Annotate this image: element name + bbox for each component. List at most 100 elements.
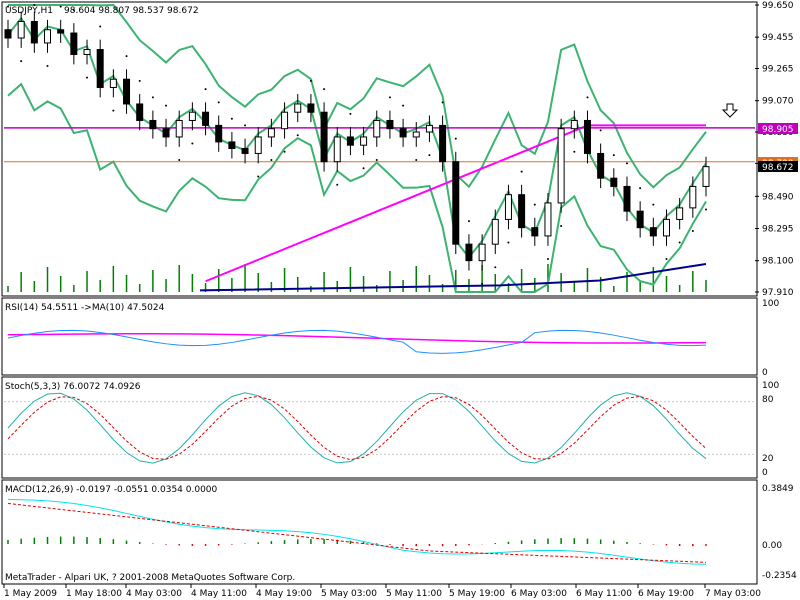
sar-dot: [586, 96, 589, 99]
sar-dot: [178, 159, 181, 162]
candle-body: [676, 207, 684, 220]
copyright-text: MetaTrader - Alpari UK, ? 2001-2008 Meta…: [5, 573, 295, 583]
chart-canvas: 99.65099.45599.26599.07098.88098.69098.4…: [1, 1, 798, 599]
sar-dot: [705, 208, 707, 211]
candle-body: [123, 78, 131, 105]
sar-dot: [217, 101, 220, 104]
time-axis: 1 May 2009 1 May 18:00 4 May 03:00 4 May 11…: [3, 584, 761, 599]
sar-dot: [560, 225, 563, 228]
stoch-title: Stoch(5,3,3) 76.0072 74.0926: [5, 382, 141, 392]
sar-dot: [323, 88, 326, 91]
candle-body: [478, 243, 486, 262]
candle-body: [425, 124, 433, 133]
sar-dot: [191, 142, 194, 145]
candle-body: [281, 111, 289, 130]
candle-body: [267, 128, 275, 138]
macd-tick-zero: 0.00: [762, 541, 782, 551]
rsi-tick-0: 0: [762, 368, 768, 378]
time-tick-label: 6 May 19:00: [638, 589, 694, 599]
sar-dot: [533, 203, 536, 206]
sar-dot: [46, 65, 49, 68]
sar-dot: [546, 258, 549, 261]
sar-dot: [665, 258, 668, 261]
stoch-tick-20: 20: [762, 454, 774, 464]
sar-dot: [573, 150, 576, 153]
candle-body: [544, 202, 552, 237]
price-tick-label: 99.650: [762, 1, 794, 11]
candle-body: [215, 124, 223, 143]
candle-body: [570, 119, 578, 130]
sar-dot: [494, 266, 497, 269]
time-tick-label: 5 May 03:00: [321, 589, 377, 599]
candle-body: [346, 136, 354, 146]
price-tick-label: 99.070: [762, 97, 794, 107]
time-tick-label: 4 May 03:00: [126, 589, 182, 599]
candle-body: [162, 128, 170, 138]
sar-dot: [639, 187, 642, 190]
sar-dot: [270, 159, 273, 162]
sar-dot: [99, 25, 102, 28]
sar-dot: [415, 159, 418, 162]
candle-body: [83, 49, 91, 55]
stoch-tick-100: 100: [762, 381, 779, 391]
stoch-tick-0: 0: [762, 468, 768, 478]
macd-title: MACD(12,26,9) -0.0197 -0.0551 0.0354 0.0…: [5, 485, 218, 495]
price-tick-label: 97.910: [762, 288, 794, 298]
price-tick-label: 98.490: [762, 192, 794, 202]
sar-dot: [230, 117, 233, 120]
candle-body: [294, 103, 302, 113]
candle-body: [70, 32, 78, 55]
sar-dot: [244, 124, 247, 127]
time-tick-label: 4 May 19:00: [256, 589, 312, 599]
sar-dot: [257, 175, 260, 178]
candle-body: [557, 128, 565, 204]
time-tick-label: 6 May 03:00: [511, 589, 567, 599]
candle-body: [452, 161, 460, 245]
sar-dot: [507, 241, 510, 244]
time-tick-label: 7 May 03:00: [705, 589, 761, 599]
hline-price-label: 98.905: [762, 125, 794, 135]
sar-dot: [138, 79, 141, 82]
candle-body: [333, 136, 341, 163]
sar-dot: [336, 183, 339, 186]
time-tick-label: 4 May 11:00: [191, 589, 247, 599]
sar-dot: [612, 154, 615, 157]
macd-tick-top: 0.3849: [762, 484, 794, 494]
sar-dot: [151, 96, 154, 99]
time-tick-label: 6 May 11:00: [576, 589, 632, 599]
candle-body: [610, 177, 618, 187]
panel-frames: [1, 1, 758, 585]
time-tick-label: 1 May 18:00: [66, 589, 122, 599]
sar-dot: [454, 137, 457, 140]
candle-body: [636, 210, 644, 229]
rsi-title: RSI(14) 54.5511 ->MA(10) 47.5024: [5, 303, 165, 313]
candle-body: [583, 119, 591, 154]
candle-body: [109, 78, 117, 88]
candle-body: [254, 136, 262, 154]
candle-body: [149, 119, 157, 130]
candle-body: [228, 141, 236, 149]
sar-dot: [125, 55, 128, 58]
sar-dot: [59, 5, 62, 8]
candle-body: [412, 131, 420, 138]
sar-dot: [467, 220, 470, 223]
sar-dot: [204, 88, 207, 91]
candle-body: [4, 29, 12, 39]
candle-body: [320, 111, 328, 163]
candle-body: [531, 227, 539, 237]
candle-body: [202, 111, 210, 126]
candle-body: [662, 218, 670, 237]
rsi-tick-100: 100: [762, 299, 779, 309]
time-tick-label: 5 May 19:00: [449, 589, 505, 599]
sar-dot: [86, 76, 89, 79]
price-tick-label: 98.100: [762, 257, 794, 267]
candle-body: [623, 185, 631, 212]
candle-body: [30, 20, 38, 44]
candle-body: [175, 119, 183, 138]
header-symbol: USDJPY,H1: [5, 6, 53, 16]
candle-body: [373, 119, 381, 138]
candle-body: [649, 227, 657, 237]
candle-body: [597, 152, 605, 179]
sar-dot: [388, 96, 391, 99]
sar-dot: [625, 162, 628, 165]
